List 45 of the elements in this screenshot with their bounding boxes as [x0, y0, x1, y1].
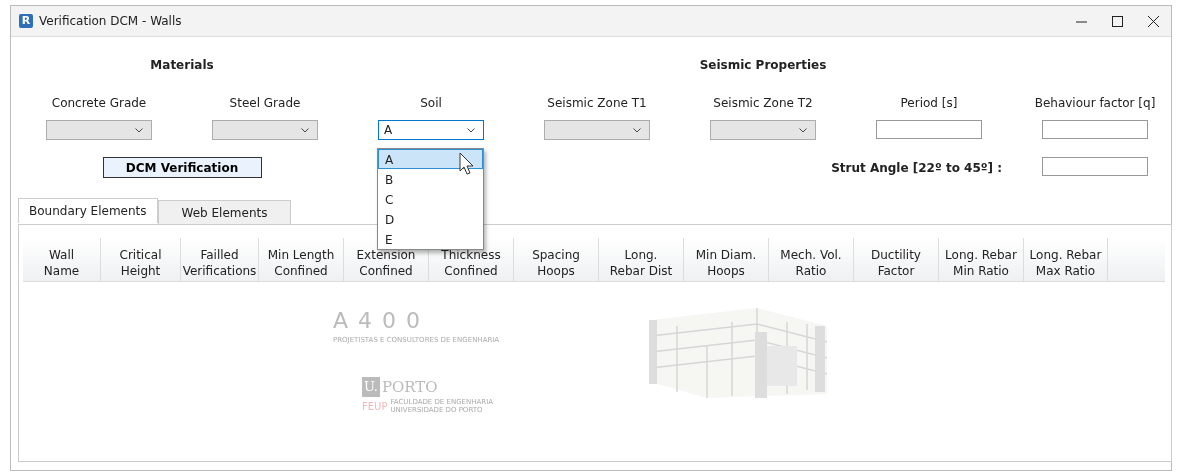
field-label: Steel Grade: [228, 95, 302, 112]
field-label: Seismic Zone T1: [546, 95, 648, 112]
logo-text: A400: [333, 310, 432, 332]
chevron-icon: [301, 127, 309, 133]
logo-mark: U.: [362, 377, 380, 397]
dropdown-option[interactable]: D: [378, 209, 483, 229]
dropdown-option[interactable]: C: [378, 189, 483, 209]
field-label: Concrete Grade: [50, 95, 148, 112]
input-field[interactable]: [1042, 157, 1148, 176]
column-header: Long. Rebar Max Ratio: [1024, 238, 1108, 281]
dropdown-option[interactable]: A: [378, 149, 483, 169]
tab[interactable]: Boundary Elements: [18, 198, 158, 223]
column-header: Critical Height: [101, 238, 181, 281]
section-heading: Materials: [149, 57, 215, 74]
field-label: Behaviour factor [q]: [1033, 95, 1157, 112]
field-label: Seismic Zone T2: [712, 95, 814, 112]
window-title: Verification DCM - Walls: [39, 13, 182, 30]
column-header: Long. Rebar Dist: [599, 238, 684, 281]
column-header: Min Diam. Hoops: [684, 238, 769, 281]
chevron-icon: [799, 127, 807, 133]
app-icon: R: [19, 14, 33, 28]
verify-button[interactable]: DCM Verification: [102, 157, 262, 178]
chevron-icon: [633, 127, 641, 133]
input-field[interactable]: [1042, 120, 1148, 139]
field-label: Soil: [419, 95, 443, 112]
column-header: Failled Verifications: [181, 238, 259, 281]
column-header: Long. Rebar Min Ratio: [939, 238, 1024, 281]
column-header: Mech. Vol. Ratio: [769, 238, 854, 281]
chevron-icon: [135, 127, 143, 133]
logo-text: FEUP: [362, 399, 388, 414]
logo-text: PORTO: [381, 376, 438, 398]
maximize-icon: [1111, 15, 1123, 27]
column-header: Min Length Confined: [259, 238, 344, 281]
tab[interactable]: Web Elements: [157, 200, 292, 224]
close-icon: [1147, 15, 1159, 27]
column-header: Spacing Hoops: [514, 238, 599, 281]
column-header: Wall Name: [23, 238, 101, 281]
column-header: Ductility Factor: [854, 238, 939, 281]
field-label: Strut Angle [22º to 45º] :: [830, 159, 1003, 177]
field-label: Period [s]: [899, 95, 959, 112]
dropdown-option[interactable]: B: [378, 169, 483, 189]
chevron-icon: [467, 127, 475, 133]
combo-box[interactable]: A: [378, 120, 484, 140]
input-field[interactable]: [876, 120, 982, 139]
section-heading: Seismic Properties: [698, 57, 828, 74]
